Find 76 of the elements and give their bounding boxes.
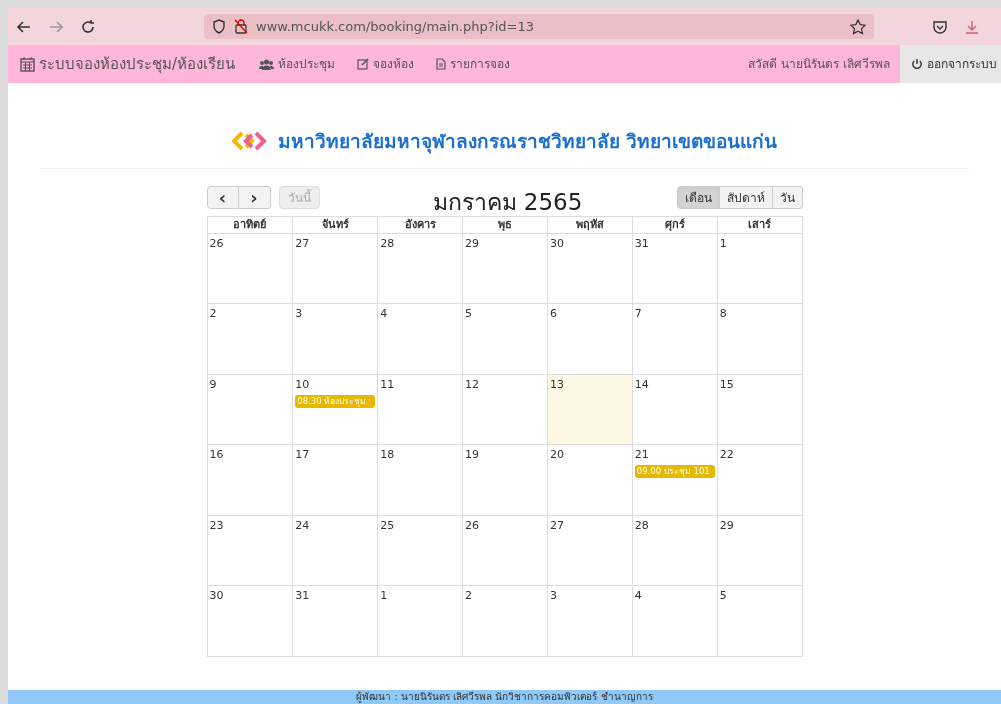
brand-link[interactable]: ระบบจองห้องประชุม/ห้องเรียน	[8, 52, 236, 76]
day-number: 12	[465, 377, 481, 392]
day-number: 7	[634, 307, 643, 321]
weekday-header: จันทร์	[292, 216, 378, 233]
view-tab[interactable]: วัน	[772, 186, 803, 209]
next-button[interactable]: ›	[238, 186, 271, 209]
day-number: 1	[380, 589, 389, 603]
download-icon[interactable]	[964, 18, 980, 35]
day-number: 3	[295, 307, 304, 321]
day-number: 30	[209, 589, 225, 603]
day-number: 18	[380, 448, 396, 462]
day-number: 30	[549, 236, 565, 251]
day-number: 20	[549, 448, 565, 462]
day-number: 19	[465, 448, 481, 462]
logout-button[interactable]: ออกจากระบบ	[900, 45, 1001, 83]
month-title: มกราคม 2565	[432, 187, 583, 217]
weekday-header: พฤหัส	[546, 216, 632, 233]
power-icon	[911, 58, 923, 70]
calendar-icon	[20, 56, 35, 72]
footer-text: ผู้พัฒนา : นายนิรันดร เลิศวีรพล นักวิชาการคอมพิวเตอร์ ชำนาญการ	[356, 692, 653, 702]
day-number: 2	[465, 589, 474, 603]
day-number: 27	[295, 236, 311, 251]
day-number: 9	[209, 377, 218, 392]
address-bar[interactable]: www.mcukk.com/booking/main.php?id=13	[204, 14, 874, 39]
day-number: 8	[719, 307, 728, 321]
weekday-header: อังคาร	[377, 216, 463, 233]
insecure-lock-icon	[234, 19, 248, 34]
bookmark-star-icon[interactable]	[850, 18, 866, 35]
day-number: 27	[549, 518, 565, 533]
view-tab[interactable]: สัปดาห์	[719, 186, 773, 209]
day-number: 21	[634, 448, 650, 462]
day-number: 3	[549, 589, 558, 603]
day-number: 14	[634, 377, 650, 392]
day-number: 31	[295, 589, 311, 603]
day-number: 28	[634, 518, 650, 533]
nav-link[interactable]: รายการจอง	[436, 55, 511, 73]
day-number: 24	[295, 518, 311, 533]
reload-icon[interactable]	[80, 18, 96, 35]
weekday-header: อาทิตย์	[232, 216, 268, 233]
day-number: 11	[380, 377, 396, 392]
day-number: 15	[719, 377, 735, 392]
day-number: 25	[380, 518, 396, 533]
day-number: 13	[549, 377, 565, 392]
day-number: 4	[634, 589, 643, 603]
day-number: 16	[209, 448, 225, 462]
weekday-header: เสาร์	[716, 216, 802, 233]
users-icon	[259, 58, 275, 70]
day-number: 31	[634, 236, 650, 251]
day-number: 5	[719, 589, 728, 603]
view-tab[interactable]: เดือน	[676, 186, 720, 209]
day-number: 6	[549, 307, 558, 321]
edit-icon	[357, 58, 370, 70]
day-number: 5	[465, 307, 474, 321]
day-number: 23	[209, 518, 225, 533]
day-number: 2	[209, 307, 218, 321]
day-number: 10	[295, 377, 311, 392]
day-number: 4	[380, 307, 389, 321]
document-icon	[436, 58, 447, 70]
previous-button[interactable]: ‹	[206, 186, 239, 209]
day-number: 1	[719, 236, 728, 251]
day-number: 26	[465, 518, 481, 533]
day-number: 29	[719, 518, 735, 533]
nav-link[interactable]: ห้องประชุม	[259, 55, 336, 73]
back-icon[interactable]	[16, 18, 32, 35]
university-title: มหาวิทยาลัยมหาจุฬาลงกรณราชวิทยาลัย วิทยาเขตขอนแก่น	[277, 129, 778, 156]
day-number: 17	[295, 448, 311, 462]
nav-link[interactable]: จองห้อง	[357, 55, 415, 73]
day-number: 28	[380, 236, 396, 251]
weekday-header: ศุกร์	[631, 216, 717, 233]
day-number: 29	[465, 236, 481, 251]
pocket-icon[interactable]	[932, 18, 948, 35]
weekday-header: พุธ	[462, 216, 547, 233]
day-number: 22	[719, 448, 735, 462]
day-number: 26	[209, 236, 225, 251]
shield-icon	[212, 19, 226, 34]
greeting-text: สวัสดี นายนิรันดร เลิศวีรพล	[748, 56, 890, 73]
